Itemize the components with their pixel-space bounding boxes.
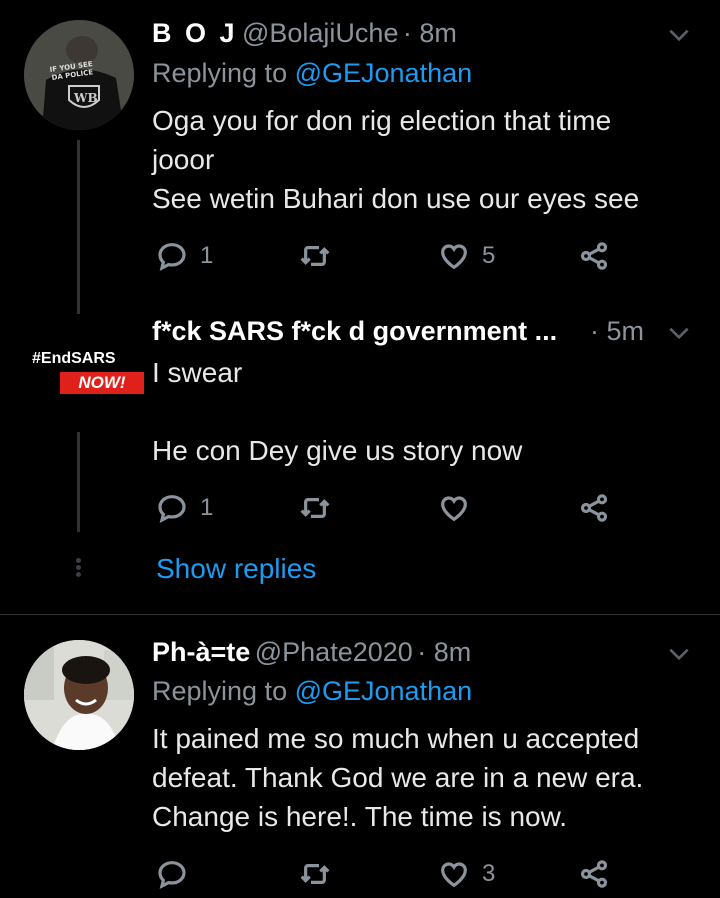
share-icon bbox=[578, 240, 610, 272]
caret-down-icon[interactable] bbox=[664, 641, 694, 667]
retweet-button[interactable] bbox=[298, 858, 332, 890]
reply-count: 1 bbox=[200, 494, 214, 521]
retweet-icon bbox=[298, 492, 332, 524]
handle[interactable]: @Phate2020 bbox=[255, 637, 413, 667]
tweet-line bbox=[152, 392, 692, 431]
handle[interactable]: @BolajiUche bbox=[242, 18, 398, 48]
svg-text:WB: WB bbox=[73, 91, 98, 105]
like-button[interactable]: 5 bbox=[438, 240, 495, 272]
share-button[interactable] bbox=[578, 240, 610, 272]
tweet-line: He con Dey give us story now bbox=[152, 435, 523, 466]
like-button[interactable]: 3 bbox=[438, 858, 495, 890]
tweet-2-header: f*ck SARS f*ck d government ... bbox=[152, 316, 557, 347]
retweet-button[interactable] bbox=[298, 492, 332, 524]
retweet-button[interactable] bbox=[298, 240, 332, 272]
caret-down-icon[interactable] bbox=[664, 320, 694, 346]
reply-button[interactable]: 1 bbox=[156, 492, 213, 524]
badge-text-bottom: NOW! bbox=[60, 372, 144, 394]
tweet-line: jooor bbox=[152, 144, 215, 175]
avatar-phate2020[interactable] bbox=[24, 640, 134, 750]
tweet-3-header: Ph-à=te @Phate2020 · 8m bbox=[152, 637, 471, 668]
display-name[interactable]: f*ck SARS f*ck d government ... bbox=[152, 316, 557, 346]
tweet-line: Oga you for don rig election that time bbox=[152, 105, 612, 136]
share-button[interactable] bbox=[578, 492, 610, 524]
reply-icon bbox=[156, 240, 188, 272]
retweet-icon bbox=[298, 858, 332, 890]
tweet-text: Oga you for don rig election that time j… bbox=[152, 101, 692, 218]
reply-count: 1 bbox=[200, 242, 214, 269]
avatar-photo-icon bbox=[24, 640, 134, 750]
tweet-line: I swear bbox=[152, 357, 243, 388]
like-count: 5 bbox=[482, 242, 496, 269]
tweet-1-header: B O J @BolajiUche · 8m bbox=[152, 18, 457, 49]
avatar-endsars[interactable]: #EndSARS NOW! bbox=[24, 340, 144, 410]
tweet-line: Change is here!. The time is now. bbox=[152, 801, 568, 832]
replying-label: Replying to bbox=[152, 58, 288, 88]
replying-to: Replying to @GEJonathan bbox=[152, 58, 472, 89]
tweet-line: See wetin Buhari don use our eyes see bbox=[152, 183, 640, 214]
share-icon bbox=[578, 492, 610, 524]
share-icon bbox=[578, 858, 610, 890]
tweet-text: I swear He con Dey give us story now bbox=[152, 353, 692, 470]
avatar-photo-icon: IF YOU SEE DA POLICE WB bbox=[24, 20, 134, 130]
avatar-bolajiuche[interactable]: IF YOU SEE DA POLICE WB bbox=[24, 20, 134, 130]
replying-to: Replying to @GEJonathan bbox=[152, 676, 472, 707]
like-button[interactable] bbox=[438, 492, 470, 524]
reply-button[interactable] bbox=[156, 858, 188, 890]
timestamp[interactable]: · 5m bbox=[590, 316, 644, 347]
timestamp[interactable]: · 8m bbox=[417, 637, 471, 667]
more-dots-icon[interactable] bbox=[75, 556, 82, 586]
timestamp[interactable]: · 8m bbox=[403, 18, 457, 48]
like-icon bbox=[438, 492, 470, 524]
reply-icon bbox=[156, 858, 188, 890]
mention-link[interactable]: @GEJonathan bbox=[295, 676, 473, 706]
like-icon bbox=[438, 858, 470, 890]
tweet-line: defeat. Thank God we are in a new era. bbox=[152, 762, 644, 793]
thread-line bbox=[77, 432, 80, 532]
tweet-line: It pained me so much when u accepted bbox=[152, 723, 640, 754]
divider bbox=[0, 614, 720, 615]
display-name[interactable]: B O J bbox=[152, 18, 238, 48]
mention-link[interactable]: @GEJonathan bbox=[295, 58, 473, 88]
display-name[interactable]: Ph-à=te bbox=[152, 637, 250, 667]
thread-line bbox=[77, 140, 80, 314]
reply-button[interactable]: 1 bbox=[156, 240, 213, 272]
share-button[interactable] bbox=[578, 858, 610, 890]
caret-down-icon[interactable] bbox=[664, 22, 694, 48]
show-replies-link[interactable]: Show replies bbox=[156, 553, 316, 585]
retweet-icon bbox=[298, 240, 332, 272]
like-count: 3 bbox=[482, 860, 496, 887]
replying-label: Replying to bbox=[152, 676, 288, 706]
tweet-text: It pained me so much when u accepted def… bbox=[152, 719, 697, 836]
badge-text-top: #EndSARS bbox=[32, 350, 116, 367]
like-icon bbox=[438, 240, 470, 272]
reply-icon bbox=[156, 492, 188, 524]
